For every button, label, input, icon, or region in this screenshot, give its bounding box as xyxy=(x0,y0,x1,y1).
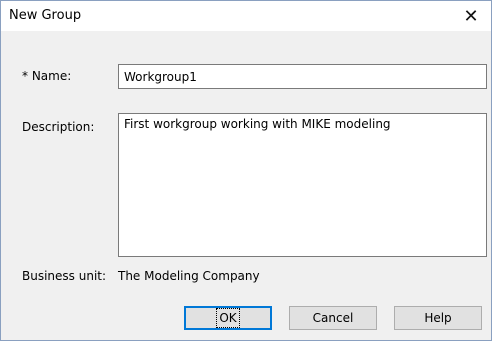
business-unit-label: Business unit: xyxy=(22,269,107,283)
new-group-dialog: New Group ✕ * Name: Description: First w… xyxy=(0,0,492,341)
ok-button-label: OK xyxy=(216,308,240,328)
cancel-button-label: Cancel xyxy=(312,311,354,325)
dialog-title: New Group xyxy=(9,8,82,23)
close-button[interactable]: ✕ xyxy=(451,1,491,31)
help-button-label: Help xyxy=(424,311,452,325)
cancel-button[interactable]: Cancel xyxy=(289,306,377,330)
close-icon: ✕ xyxy=(463,5,479,27)
ok-button[interactable]: OK xyxy=(184,306,272,330)
description-label: Description: xyxy=(22,120,95,134)
help-button[interactable]: Help xyxy=(394,306,482,330)
name-label: * Name: xyxy=(22,69,72,83)
title-bar: New Group ✕ xyxy=(1,1,491,31)
name-input[interactable] xyxy=(118,64,487,89)
business-unit-value: The Modeling Company xyxy=(118,269,260,283)
description-textarea[interactable]: First workgroup working with MIKE modeli… xyxy=(118,113,487,257)
